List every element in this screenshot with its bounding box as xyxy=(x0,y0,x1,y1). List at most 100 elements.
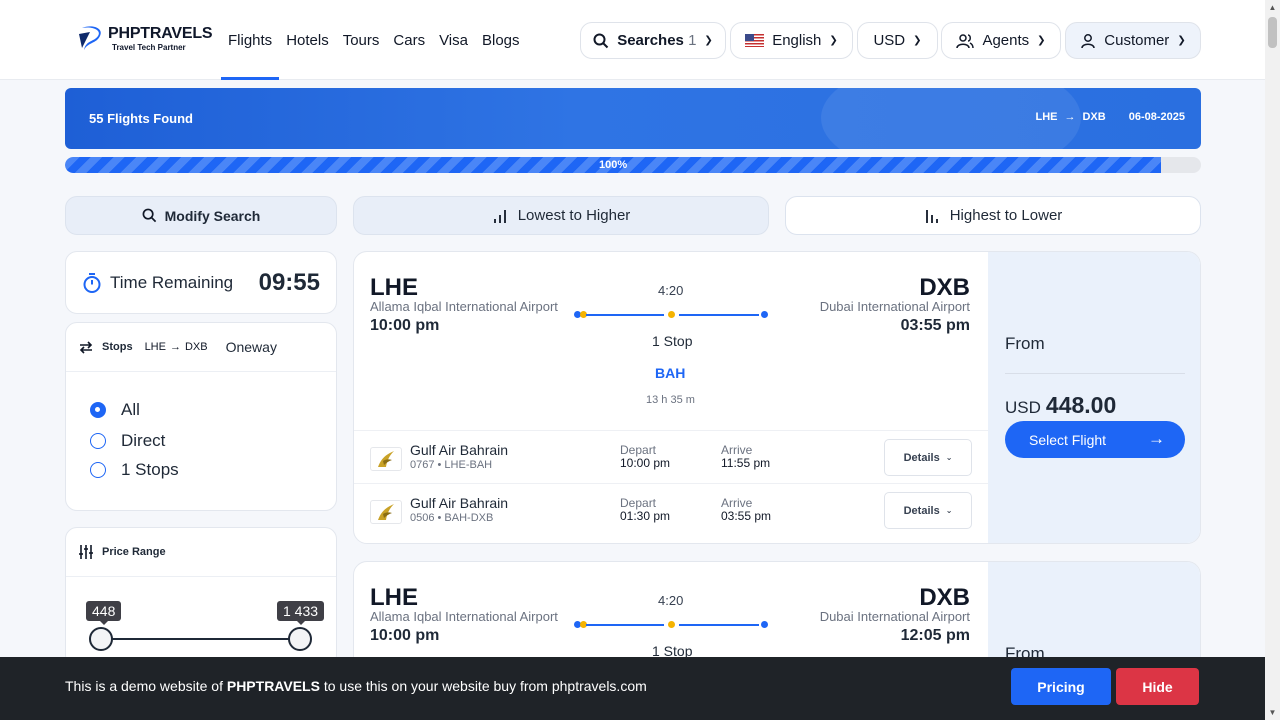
users-icon xyxy=(956,33,975,48)
sort-highest-label: Highest to Lower xyxy=(949,207,1063,224)
modify-search-button[interactable]: Modify Search xyxy=(65,196,337,235)
scroll-down-icon[interactable]: ▼ xyxy=(1265,705,1280,720)
depart-time: 01:30 pm xyxy=(620,509,671,523)
arrival-code: DXB xyxy=(919,584,970,611)
arrival-airport: Dubai International Airport xyxy=(819,609,970,624)
from-label: From xyxy=(1005,334,1045,353)
radio-checked-icon[interactable] xyxy=(90,402,106,418)
scroll-thumb[interactable] xyxy=(1268,17,1277,48)
price-min-tooltip: 448 xyxy=(86,601,122,625)
nav-tours[interactable]: Tours xyxy=(336,0,387,80)
departure-airport: Allama Iqbal International Airport xyxy=(370,609,558,624)
stops-filter: Stops LHE → DXB Oneway All Direct 1 Stop… xyxy=(65,322,337,511)
searches-dropdown[interactable]: Searches 1 ❯ xyxy=(580,22,726,59)
hide-button[interactable]: Hide xyxy=(1116,668,1199,705)
total-duration: 13 h 35 m xyxy=(646,394,695,406)
customer-dropdown[interactable]: Customer ❯ xyxy=(1065,22,1201,59)
radio-unchecked-icon[interactable] xyxy=(90,462,106,478)
price-currency: USD xyxy=(1005,398,1041,417)
notice-text-end: to use this on your website buy from php… xyxy=(319,678,647,694)
nav-visa[interactable]: Visa xyxy=(432,0,475,80)
customer-label: Customer xyxy=(1104,32,1170,49)
route-line xyxy=(574,311,768,318)
logo[interactable]: PHPTRAVELS Travel Tech Partner xyxy=(76,24,213,54)
nav-flights[interactable]: Flights xyxy=(221,0,280,80)
sort-highest-button[interactable]: Highest to Lower xyxy=(785,196,1201,235)
arrive-label: Arrive xyxy=(721,443,753,457)
divider xyxy=(1005,373,1185,374)
stops-option-label: 1 Stops xyxy=(121,460,179,479)
progress-fill: 100% xyxy=(65,157,1162,173)
arrive-label: Arrive xyxy=(721,496,753,510)
scroll-up-icon[interactable]: ▲ xyxy=(1265,0,1280,15)
pricing-button[interactable]: Pricing xyxy=(1011,668,1111,705)
price-max-tooltip: 1 433 xyxy=(277,601,325,625)
price-max-handle[interactable] xyxy=(288,627,312,651)
departure-code: LHE xyxy=(370,274,418,301)
departure-time: 10:00 pm xyxy=(370,317,440,334)
language-dropdown[interactable]: English ❯ xyxy=(730,22,853,59)
price-min-handle[interactable] xyxy=(89,627,113,651)
sort-lowest-label: Lowest to Higher xyxy=(517,207,631,224)
price-panel: From USD 448.00 Select Flight → xyxy=(988,252,1200,543)
user-icon xyxy=(1081,33,1096,48)
stops-option-direct[interactable]: Direct xyxy=(90,431,165,451)
stops-option-all[interactable]: All xyxy=(90,400,140,420)
radio-unchecked-icon[interactable] xyxy=(90,433,106,449)
price-range-header: Price Range xyxy=(66,528,336,577)
details-label: Details xyxy=(903,504,940,517)
currency-dropdown[interactable]: USD ❯ xyxy=(857,22,938,59)
banner-route: LHE → DXB 06-08-2025 xyxy=(1035,111,1185,123)
depart-time: 10:00 pm xyxy=(620,456,671,470)
search-icon xyxy=(142,208,156,223)
chevron-down-icon: ❯ xyxy=(1177,35,1186,46)
stopwatch-icon xyxy=(83,272,101,293)
arrival-code: DXB xyxy=(919,274,970,301)
gulf-air-logo-icon xyxy=(370,500,402,524)
price-range-title: Price Range xyxy=(102,546,166,558)
sort-lowest-button[interactable]: Lowest to Higher xyxy=(353,196,769,235)
details-button[interactable]: Details ⌄ xyxy=(884,439,972,476)
agents-label: Agents xyxy=(982,32,1030,49)
depart-label: Depart xyxy=(620,443,657,457)
price-slider-track xyxy=(101,638,301,640)
flight-leg: Gulf Air Bahrain 0506 • BAH-DXB Depart 0… xyxy=(354,483,988,536)
flight-price: USD 448.00 xyxy=(1005,392,1116,419)
nav-cars[interactable]: Cars xyxy=(386,0,432,80)
chevron-down-icon: ❯ xyxy=(913,35,922,46)
agents-dropdown[interactable]: Agents ❯ xyxy=(941,22,1061,59)
logo-icon xyxy=(79,26,101,50)
arrive-time: 11:55 pm xyxy=(721,456,771,470)
stops-option-label: All xyxy=(121,400,140,419)
route-segment xyxy=(586,314,664,316)
chevron-down-icon: ❯ xyxy=(1037,35,1046,46)
nav-hotels[interactable]: Hotels xyxy=(279,0,336,80)
time-remaining-label: Time Remaining xyxy=(110,272,234,292)
details-button[interactable]: Details ⌄ xyxy=(884,492,972,529)
demo-notice-bar: This is a demo website of PHPTRAVELS to … xyxy=(0,657,1265,720)
searches-label: Searches xyxy=(617,32,684,49)
stops-from: LHE xyxy=(144,341,166,353)
chevron-down-icon: ❯ xyxy=(829,35,838,46)
select-flight-button[interactable]: Select Flight → xyxy=(1005,421,1185,458)
stop-dot xyxy=(668,311,675,318)
nav-blogs[interactable]: Blogs xyxy=(475,0,527,80)
route-segment xyxy=(679,314,759,316)
route-segment xyxy=(679,624,759,626)
destination-dot xyxy=(761,311,768,318)
page-scrollbar[interactable]: ▲ ▼ xyxy=(1265,0,1280,720)
stops-count: 1 Stop xyxy=(652,333,693,349)
time-remaining-value: 09:55 xyxy=(258,268,320,296)
flight-number: 0506 • BAH-DXB xyxy=(410,512,494,524)
airline-name: Gulf Air Bahrain xyxy=(410,442,509,458)
stops-option-1-stop[interactable]: 1 Stops xyxy=(90,460,179,480)
arrival-time: 12:05 pm xyxy=(900,627,970,644)
time-remaining-card: Time Remaining 09:55 xyxy=(65,251,337,314)
departure-time: 10:00 pm xyxy=(370,627,440,644)
price-value: 448.00 xyxy=(1045,392,1117,418)
stops-filter-header: Stops LHE → DXB Oneway xyxy=(66,323,336,372)
search-progress-bar: 100% xyxy=(65,157,1201,173)
flight-duration: 4:20 xyxy=(658,283,684,298)
route-line xyxy=(574,621,768,628)
chevron-down-icon: ❯ xyxy=(704,35,713,46)
